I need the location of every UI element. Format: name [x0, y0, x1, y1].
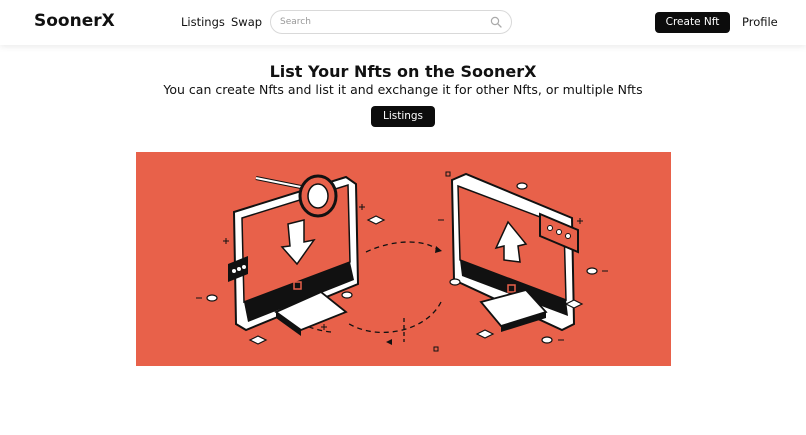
- nav-link-listings[interactable]: Listings: [181, 15, 225, 29]
- search-input[interactable]: [280, 14, 480, 30]
- search-bar: [270, 10, 512, 34]
- exchange-illustration-graphic: [196, 171, 608, 352]
- right-monitor-icon: [450, 172, 579, 332]
- search-icon[interactable]: [490, 16, 502, 28]
- hero-subtitle: You can create Nfts and list it and exch…: [163, 82, 643, 97]
- hero-title: List Your Nfts on the SoonerX: [269, 62, 537, 81]
- profile-link[interactable]: Profile: [742, 15, 778, 29]
- top-navbar: SoonerX Listings Swap Create Nft Profile: [0, 0, 806, 45]
- create-nft-button[interactable]: Create Nft: [655, 12, 730, 33]
- nav-link-swap[interactable]: Swap: [231, 15, 262, 29]
- brand-logo[interactable]: SoonerX: [34, 11, 115, 31]
- nft-exchange-illustration: [136, 152, 671, 366]
- left-monitor-icon: [228, 174, 360, 336]
- hero-listings-button[interactable]: Listings: [371, 106, 435, 127]
